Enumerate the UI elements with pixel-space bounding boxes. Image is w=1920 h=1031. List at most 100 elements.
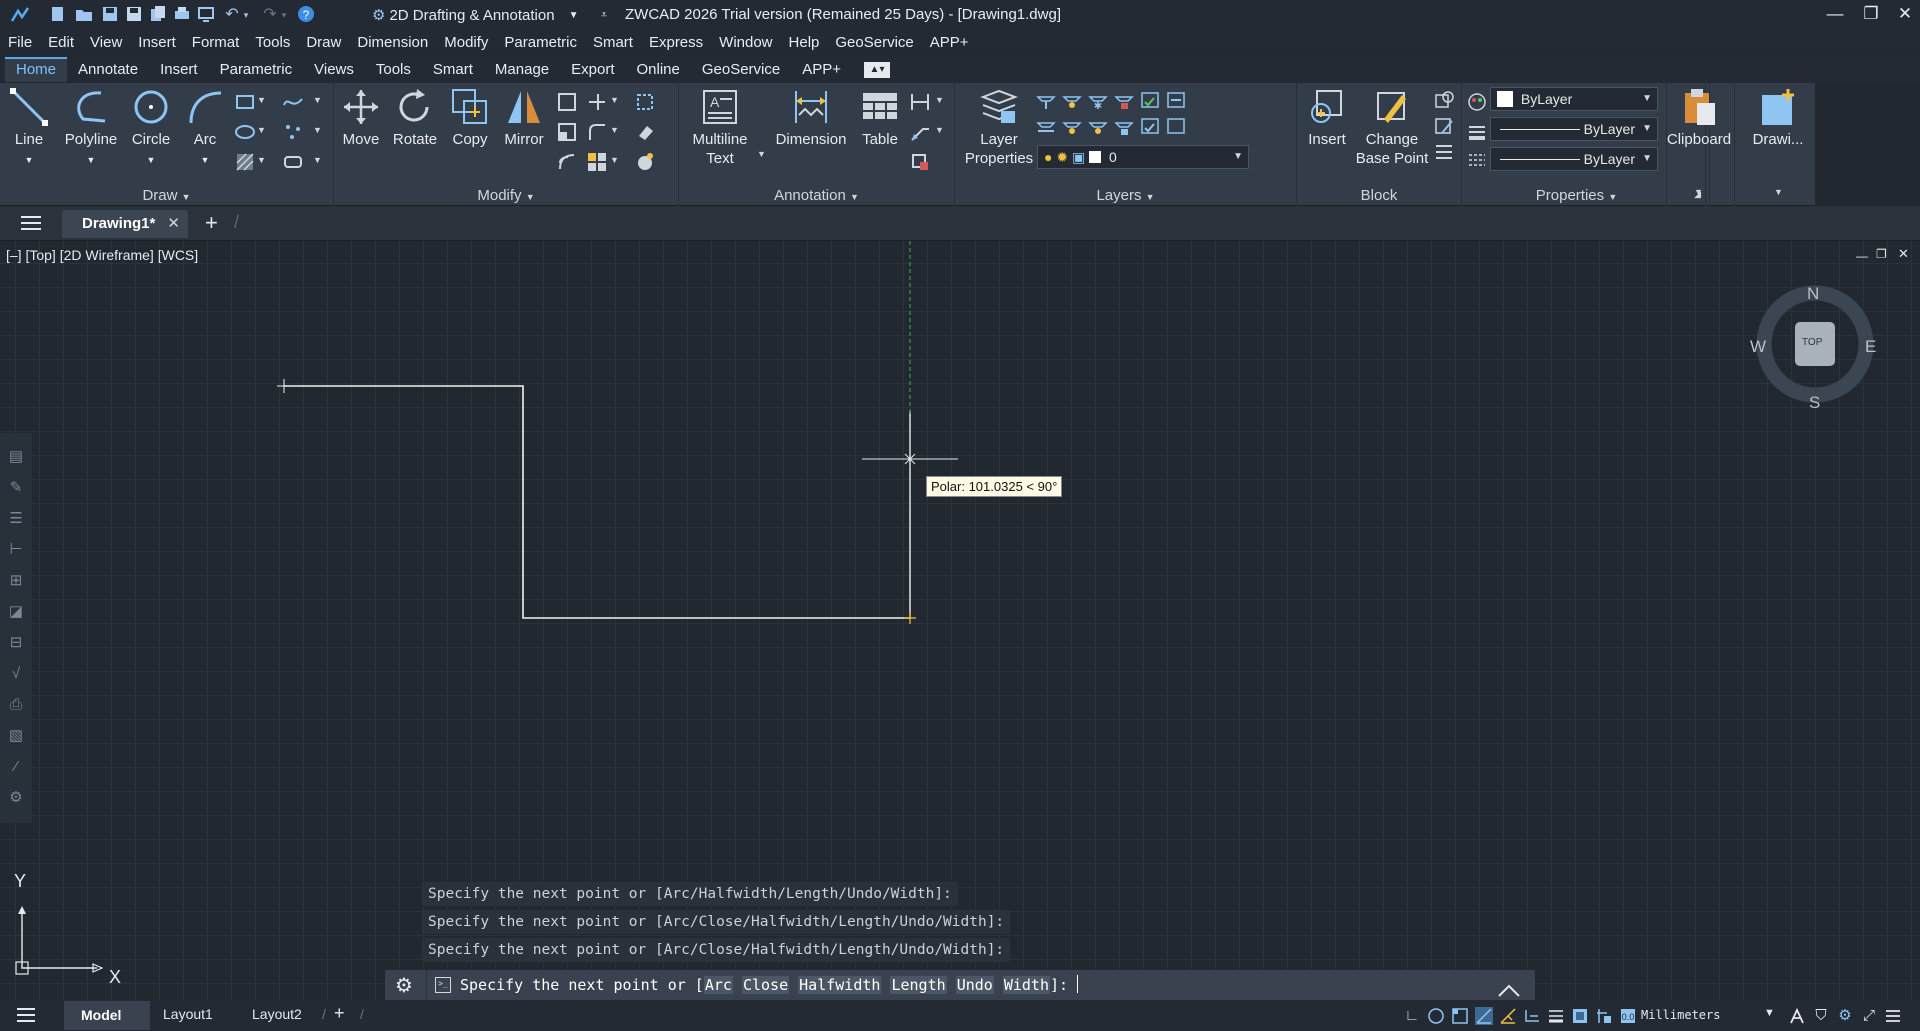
- option-close[interactable]: Close: [741, 976, 790, 994]
- offset-icon[interactable]: [556, 151, 578, 173]
- layer-freeze-icon[interactable]: ✱: [1087, 89, 1109, 112]
- ortho-icon[interactable]: [1427, 1007, 1445, 1025]
- help-icon[interactable]: ?: [296, 5, 316, 25]
- list-tool-icon[interactable]: ☰: [6, 509, 26, 529]
- check-tool-icon[interactable]: √: [6, 664, 26, 684]
- layer-on-icon[interactable]: [1035, 115, 1057, 137]
- publish-icon[interactable]: [148, 5, 168, 25]
- settings-gear-icon[interactable]: ⚙: [1836, 1007, 1854, 1025]
- array-icon[interactable]: [586, 151, 608, 173]
- layer-match-icon[interactable]: [1139, 89, 1161, 111]
- leader-icon[interactable]: [909, 121, 931, 143]
- layout-menu-icon[interactable]: [16, 1007, 36, 1027]
- layer-change-icon[interactable]: [1139, 115, 1161, 137]
- menu-format[interactable]: Format: [192, 34, 240, 51]
- join-icon[interactable]: [634, 151, 656, 173]
- tab-annotate[interactable]: Annotate: [67, 57, 149, 82]
- chevron-down-icon[interactable]: ▼: [257, 125, 266, 135]
- pen-tool-icon[interactable]: ⁄: [6, 757, 26, 777]
- menu-window[interactable]: Window: [719, 34, 772, 51]
- workspace-icon[interactable]: ⛉: [1812, 1007, 1830, 1025]
- chevron-down-icon[interactable]: ▼: [935, 125, 944, 135]
- menu-help[interactable]: Help: [789, 34, 820, 51]
- polar-tracking-icon[interactable]: [1475, 1007, 1493, 1025]
- clipboard-button[interactable]: Clipboard: [1663, 87, 1735, 149]
- edit-block-icon[interactable]: [1433, 115, 1455, 137]
- tab-tools[interactable]: Tools: [365, 57, 422, 82]
- option-width[interactable]: Width: [1002, 976, 1050, 994]
- lineweight-icon[interactable]: [1466, 121, 1488, 143]
- viewcube-top-label[interactable]: TOP: [1802, 337, 1822, 348]
- menu-insert[interactable]: Insert: [138, 34, 176, 51]
- object-snap-icon[interactable]: [1451, 1007, 1469, 1025]
- explode-icon[interactable]: [634, 91, 656, 113]
- tab-layout1[interactable]: Layout1: [163, 1006, 213, 1022]
- properties-panel-title[interactable]: Properties ▼: [1462, 187, 1691, 204]
- chevron-down-icon[interactable]: ▼: [257, 95, 266, 105]
- fillet-icon[interactable]: [586, 121, 608, 143]
- drawing-canvas[interactable]: [–] [Top] [2D Wireframe] [WCS] — ❐ ✕ Pol…: [0, 241, 1920, 1000]
- units-label[interactable]: Millimeters: [1641, 1008, 1720, 1022]
- object-tracking-icon[interactable]: [1499, 1007, 1517, 1025]
- tab-geoservice[interactable]: GeoService: [691, 57, 791, 82]
- pdf-tool-icon[interactable]: ▧: [6, 726, 26, 746]
- menu-view[interactable]: View: [90, 34, 122, 51]
- create-block-icon[interactable]: [1433, 89, 1455, 111]
- match-properties-icon[interactable]: [1466, 91, 1488, 113]
- menu-edit[interactable]: Edit: [48, 34, 74, 51]
- drawing-button[interactable]: Drawi...: [1742, 87, 1814, 149]
- chevron-down-icon[interactable]: ▼: [1774, 187, 1783, 197]
- line-button[interactable]: Line ▼: [8, 87, 50, 170]
- layer-isolate-icon[interactable]: [1061, 89, 1083, 111]
- spline-icon[interactable]: [282, 91, 304, 113]
- block-panel-title[interactable]: Block: [1297, 187, 1461, 204]
- save-icon[interactable]: [100, 5, 120, 25]
- new-file-icon[interactable]: [48, 5, 68, 25]
- revision-cloud-icon[interactable]: [909, 151, 931, 173]
- lineweight-display-icon[interactable]: [1547, 1007, 1565, 1025]
- menu-draw[interactable]: Draw: [306, 34, 341, 51]
- redo-icon[interactable]: ↷: [260, 5, 280, 25]
- insert-block-button[interactable]: Insert: [1305, 87, 1349, 149]
- chevron-down-icon[interactable]: ▼: [935, 95, 944, 105]
- minimize-icon[interactable]: —: [1820, 2, 1850, 26]
- layer-walk-icon[interactable]: [1165, 115, 1187, 137]
- settings-tool-icon[interactable]: ⚙: [6, 788, 26, 808]
- menu-smart[interactable]: Smart: [593, 34, 633, 51]
- new-tab-icon[interactable]: +: [205, 210, 218, 236]
- undo-icon[interactable]: ↶: [222, 5, 242, 25]
- rectangle-icon[interactable]: [234, 91, 256, 113]
- command-line-input[interactable]: ⚙ >_ Specify the next point or [Arc Clos…: [385, 970, 1535, 1000]
- erase-icon[interactable]: [634, 121, 656, 143]
- tab-manage[interactable]: Manage: [484, 57, 560, 82]
- selection-cycling-icon[interactable]: [1595, 1007, 1613, 1025]
- linetype-icon[interactable]: [1466, 149, 1488, 171]
- compass-west-label[interactable]: W: [1750, 337, 1766, 357]
- polyline-button[interactable]: Polyline ▼: [62, 87, 120, 170]
- tab-online[interactable]: Online: [626, 57, 691, 82]
- lineweight-dropdown[interactable]: ByLayer ▼: [1490, 117, 1658, 141]
- tab-app-plus[interactable]: APP+: [791, 57, 852, 82]
- point-icon[interactable]: [282, 121, 304, 143]
- new-layout-icon[interactable]: +: [334, 1003, 345, 1024]
- hatch-icon[interactable]: [234, 151, 256, 173]
- move-button[interactable]: Move: [340, 87, 382, 149]
- customize-status-icon[interactable]: [1884, 1007, 1902, 1025]
- tab-views[interactable]: Views: [303, 57, 365, 82]
- copy-button[interactable]: Copy: [448, 87, 492, 149]
- compass-south-label[interactable]: S: [1809, 393, 1820, 413]
- stretch-icon[interactable]: [556, 91, 578, 113]
- menu-express[interactable]: Express: [649, 34, 703, 51]
- option-length[interactable]: Length: [890, 976, 947, 994]
- trim-icon[interactable]: [586, 91, 608, 113]
- tab-insert[interactable]: Insert: [149, 57, 209, 82]
- redo-dropdown-icon[interactable]: ▾: [278, 5, 290, 25]
- tab-home[interactable]: Home: [5, 57, 68, 82]
- annotation-visibility-icon[interactable]: [1788, 1007, 1806, 1025]
- layer-unisolate-icon[interactable]: [1061, 115, 1083, 137]
- change-base-point-button[interactable]: Change Base Point: [1355, 87, 1429, 168]
- plot-preview-icon[interactable]: [196, 5, 216, 25]
- menu-app-plus[interactable]: APP+: [930, 34, 969, 51]
- block-tool-icon[interactable]: ◪: [6, 602, 26, 622]
- tab-smart[interactable]: Smart: [422, 57, 484, 82]
